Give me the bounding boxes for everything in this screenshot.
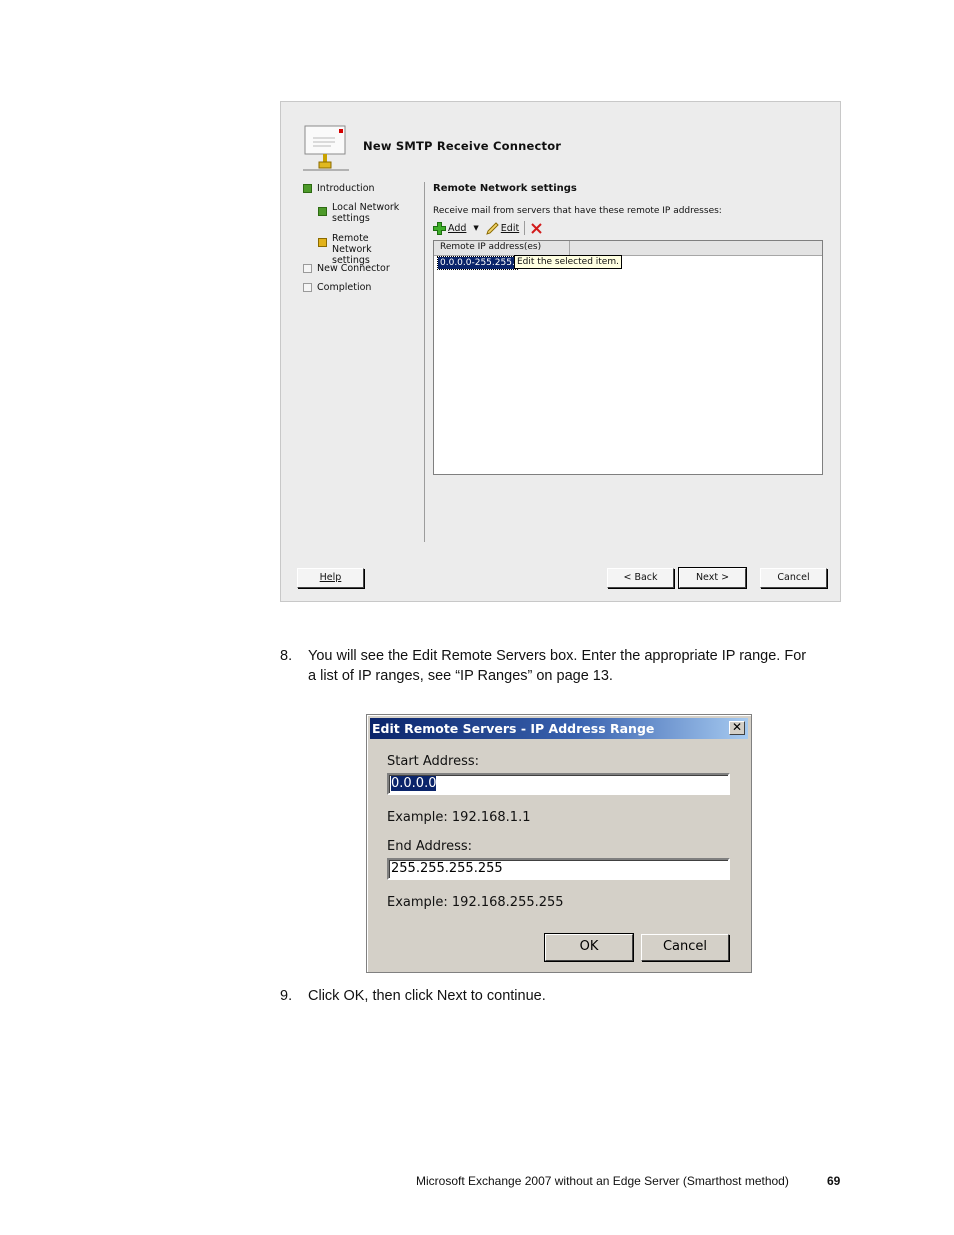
end-address-value: 255.255.255.255 <box>391 861 503 876</box>
step-9: 9. Click OK, then click Next to continue… <box>280 987 850 1007</box>
wizard-title: New SMTP Receive Connector <box>363 139 562 153</box>
step-text-line: You will see the Edit Remote Servers box… <box>308 648 807 664</box>
edit-label: Edit <box>500 222 520 234</box>
step-number: 9. <box>280 988 293 1004</box>
remote-ip-list[interactable]: Remote IP address(es) 0.0.0.0-255.255. E… <box>433 240 823 475</box>
dialog-cancel-button[interactable]: Cancel <box>641 934 729 961</box>
back-button[interactable]: < Back <box>607 568 674 588</box>
end-address-example: Example: 192.168.255.255 <box>387 895 564 910</box>
column-header-remote-ip[interactable]: Remote IP address(es) <box>440 242 541 252</box>
end-address-label: End Address: <box>387 839 472 854</box>
add-label: Add <box>448 222 467 234</box>
step-text-line: a list of IP ranges, see “IP Ranges” on … <box>308 668 613 684</box>
step-text-line: Click OK, then click Next to continue. <box>308 988 546 1004</box>
nav-item-label: New Connector <box>317 263 390 274</box>
add-button[interactable]: Add <box>433 221 467 235</box>
start-address-example: Example: 192.168.1.1 <box>387 810 531 825</box>
edit-remote-servers-dialog: Edit Remote Servers - IP Address Range ✕… <box>366 714 752 973</box>
start-address-input[interactable]: 0.0.0.0 <box>387 773 730 795</box>
step-complete-icon <box>318 207 327 216</box>
smtp-connector-icon <box>303 125 349 171</box>
delete-x-icon[interactable] <box>530 222 543 235</box>
page-number: 69 <box>827 1174 841 1188</box>
nav-item-new-connector[interactable]: New Connector <box>303 263 390 274</box>
add-dropdown-icon[interactable]: ▼ <box>473 224 478 232</box>
end-address-input[interactable]: 255.255.255.255 <box>387 858 730 880</box>
step-pending-icon <box>303 264 312 273</box>
toolbar-separator <box>524 221 526 235</box>
help-button[interactable]: Help <box>297 568 364 588</box>
next-button[interactable]: Next > <box>678 567 747 589</box>
section-description: Receive mail from servers that have thes… <box>433 206 722 216</box>
list-toolbar: Add ▼ Edit <box>433 221 543 235</box>
dialog-titlebar[interactable]: Edit Remote Servers - IP Address Range ✕ <box>370 718 748 739</box>
add-plus-icon <box>433 221 446 235</box>
nav-item-local-network[interactable]: Local Network settings <box>318 202 404 224</box>
dialog-title: Edit Remote Servers - IP Address Range <box>372 721 655 736</box>
step-8: 8. You will see the Edit Remote Servers … <box>280 647 850 687</box>
nav-item-introduction[interactable]: Introduction <box>303 183 375 194</box>
list-header: Remote IP address(es) <box>434 241 822 256</box>
step-pending-icon <box>303 283 312 292</box>
nav-item-label: Local Network settings <box>332 202 400 224</box>
wizard-screenshot: New SMTP Receive Connector Introduction … <box>280 101 841 602</box>
edit-tooltip: Edit the selected item. <box>514 255 622 269</box>
edit-button[interactable]: Edit <box>486 221 520 235</box>
wizard-cancel-button[interactable]: Cancel <box>760 568 827 588</box>
nav-item-label: Remote Network settings <box>332 233 372 266</box>
start-address-value: 0.0.0.0 <box>391 776 437 791</box>
list-item-selected[interactable]: 0.0.0.0-255.255. <box>437 256 518 270</box>
nav-item-label: Completion <box>317 282 372 293</box>
step-number: 8. <box>280 648 293 664</box>
step-current-icon <box>318 238 327 247</box>
page-footer-text: Microsoft Exchange 2007 without an Edge … <box>416 1174 789 1188</box>
step-complete-icon <box>303 184 312 193</box>
start-address-label: Start Address: <box>387 754 480 769</box>
nav-item-remote-network[interactable]: Remote Network settings <box>318 233 404 266</box>
nav-item-completion[interactable]: Completion <box>303 282 371 293</box>
ok-button[interactable]: OK <box>544 933 634 962</box>
pencil-icon <box>486 221 499 235</box>
section-title: Remote Network settings <box>433 183 577 194</box>
nav-item-label: Introduction <box>317 183 375 194</box>
column-splitter[interactable] <box>569 241 570 256</box>
close-icon[interactable]: ✕ <box>729 721 745 735</box>
nav-divider <box>424 182 425 542</box>
